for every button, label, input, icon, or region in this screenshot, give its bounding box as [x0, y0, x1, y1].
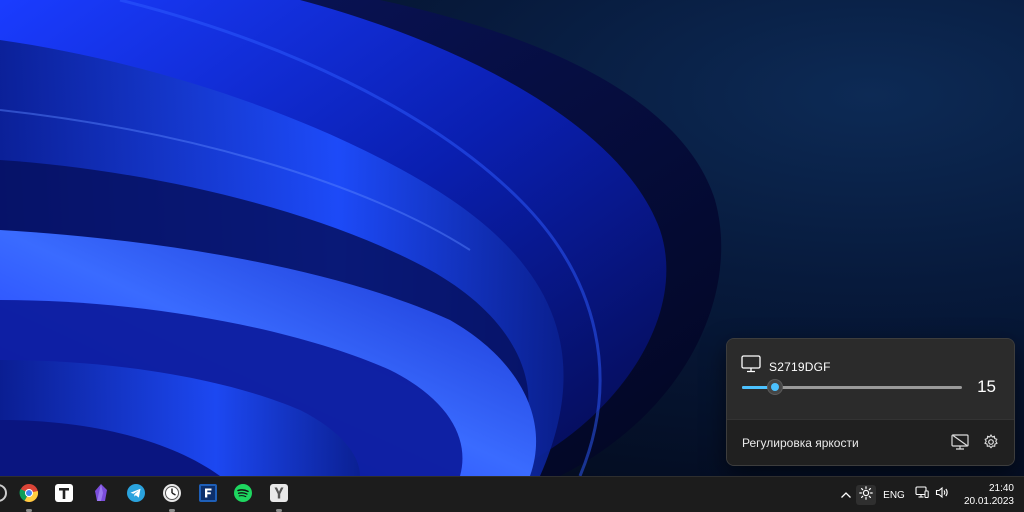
slider-thumb[interactable]: [767, 379, 783, 395]
speaker-icon: [935, 486, 949, 504]
taskbar-app-partial[interactable]: [0, 483, 10, 507]
tray-overflow-button[interactable]: [838, 485, 854, 505]
display-off-button[interactable]: [949, 433, 971, 455]
taskbar-app-far[interactable]: [196, 483, 220, 507]
monitor-name: S2719DGF: [769, 359, 831, 374]
chrome-icon: [19, 483, 39, 508]
clock-time: 21:40: [988, 483, 1014, 494]
obsidian-icon: [91, 483, 111, 508]
taskbar: ENG 21:40 20.01.2023: [0, 476, 1024, 512]
brightness-value: 15: [977, 377, 996, 396]
telegram-icon: [126, 483, 146, 508]
taskbar-app-chrome[interactable]: [17, 483, 41, 512]
clock-app-icon: [162, 483, 182, 508]
far-manager-icon: [198, 483, 218, 508]
clock-date: 20.01.2023: [963, 496, 1014, 507]
brightness-settings-button[interactable]: [980, 433, 1002, 455]
taskbar-app-typora[interactable]: [52, 483, 76, 507]
brightness-flyout: S2719DGF 15 Регулировка яркости: [726, 338, 1015, 466]
language-indicator: ENG: [883, 489, 905, 501]
brightness-slider[interactable]: [742, 379, 962, 395]
chevron-up-icon: [840, 486, 852, 504]
spotify-icon: [233, 483, 253, 508]
taskbar-clock[interactable]: 21:40 20.01.2023: [964, 482, 1014, 508]
taskbar-app-telegram[interactable]: [124, 483, 148, 507]
taskbar-app-clock[interactable]: [160, 483, 184, 512]
tray-brightness-button[interactable]: [856, 485, 876, 505]
tray-language-button[interactable]: ENG: [880, 485, 908, 505]
app-icon-partial: [0, 483, 8, 508]
taskbar-app-spotify[interactable]: [231, 483, 255, 507]
display-off-icon: [951, 433, 969, 455]
yandex-browser-icon: [269, 483, 289, 508]
network-icon: [915, 486, 929, 504]
tray-network-volume-button[interactable]: [912, 485, 952, 505]
taskbar-app-obsidian[interactable]: [89, 483, 113, 507]
typora-icon: [54, 483, 74, 508]
monitor-row: S2719DGF: [741, 355, 831, 378]
brightness-settings-label: Регулировка яркости: [742, 436, 859, 450]
monitor-icon: [741, 355, 761, 378]
sun-icon: [859, 485, 873, 505]
flyout-monitor-section: S2719DGF 15: [727, 339, 1014, 419]
taskbar-app-yandex[interactable]: [267, 483, 291, 512]
gear-icon: [983, 433, 999, 455]
